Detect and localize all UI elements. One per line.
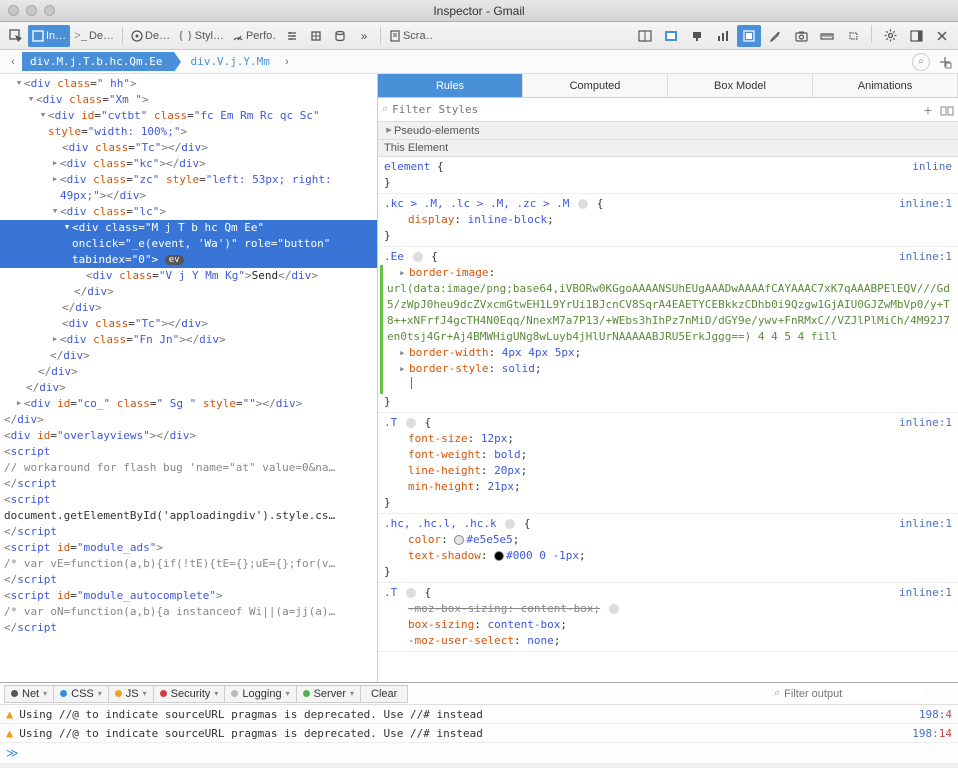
devtools-toolbar: In… >_ De… De… { } Styl… Perfo… » Scra… (0, 22, 958, 50)
console-input[interactable]: ≫ (0, 743, 958, 763)
window-titlebar: Inspector - Gmail (0, 0, 958, 22)
tab-debugger[interactable]: De… (127, 25, 174, 47)
rule-block[interactable]: inline:1 .T { font-size: 12px; font-weig… (378, 413, 958, 514)
filter-js[interactable]: JS▾ (109, 685, 154, 703)
split-console-icon[interactable] (633, 25, 657, 47)
dock-side-icon[interactable] (904, 25, 928, 47)
search-icon[interactable]: ⌕ (912, 53, 930, 71)
add-node-icon[interactable] (936, 53, 954, 71)
console-location[interactable]: 198:14 (912, 727, 952, 740)
breadcrumb-bar: ‹ div.M.j.T.b.hc.Qm.Ee div.V.j.Y.Mm › ⌕ (0, 50, 958, 74)
breadcrumb-item[interactable]: div.V.j.Y.Mm (182, 52, 277, 71)
traffic-lights (8, 5, 55, 16)
warning-icon: ▲ (6, 707, 13, 721)
warning-icon: ▲ (6, 726, 13, 740)
rule-block[interactable]: inline:1 .kc > .M, .lc > .M, .zc > .M { … (378, 194, 958, 247)
tab-styleeditor[interactable]: { } Styl… (174, 25, 228, 47)
tab-network[interactable] (280, 25, 304, 47)
measure-icon[interactable] (841, 25, 865, 47)
tab-scratch-label: Scra… (403, 30, 433, 42)
console-split: Net▾ CSS▾ JS▾ Security▾ Logging▾ Server▾… (0, 682, 958, 763)
filter-selector-icon[interactable] (505, 519, 515, 529)
console-message[interactable]: ▲ Using //@ to indicate sourceURL pragma… (0, 724, 958, 743)
iframe-picker-icon[interactable] (659, 25, 683, 47)
settings-gear-icon[interactable] (878, 25, 902, 47)
window-title: Inspector - Gmail (433, 4, 524, 18)
overflow-menu[interactable]: » (352, 25, 376, 47)
close-devtools-icon[interactable] (930, 25, 954, 47)
computed-tab[interactable]: Computed (523, 74, 668, 97)
tab-inspector-label: In… (46, 30, 66, 42)
console-text: Using //@ to indicate sourceURL pragmas … (19, 708, 483, 721)
breadcrumb-item-selected[interactable]: div.M.j.T.b.hc.Qm.Ee (22, 52, 174, 71)
tab-performance[interactable]: Perfo… (228, 25, 280, 47)
rule-source-link[interactable]: inline (912, 160, 952, 173)
warning-icon[interactable] (609, 604, 619, 614)
tab-console-label: De… (89, 30, 114, 42)
rule-block[interactable]: inline:1 .T { -moz-box-sizing: content-b… (378, 583, 958, 652)
rule-source-link[interactable]: inline:1 (899, 517, 952, 530)
filter-selector-icon[interactable] (406, 418, 416, 428)
console-location[interactable]: 198:4 (919, 708, 952, 721)
breadcrumb-next[interactable]: › (278, 56, 296, 68)
rule-block[interactable]: inline:1 .hc, .hc.l, .hc.k { color: #e5e… (378, 514, 958, 583)
rule-source-link[interactable]: inline:1 (899, 586, 952, 599)
dom-selected-node[interactable]: ▾<div class="M j T b hc Qm Ee" (0, 220, 377, 236)
dom-tree-panel[interactable]: ▾<div class=" hh"> ▾<div class="Xm "> ▾<… (0, 74, 378, 682)
tab-perf-label: Perfo… (246, 30, 276, 42)
ruler-icon[interactable] (815, 25, 839, 47)
event-badge[interactable]: ev (165, 255, 184, 265)
responsive-design-icon[interactable] (737, 25, 761, 47)
search-icon: ⌕ (382, 103, 388, 116)
rule-block[interactable]: inline:1 .Ee { ▸border-image: url(data:i… (378, 247, 958, 413)
eyedropper-icon[interactable] (763, 25, 787, 47)
filter-css[interactable]: CSS▾ (54, 685, 109, 703)
toggle-pseudo-icon[interactable] (940, 102, 954, 118)
paint-icon[interactable] (685, 25, 709, 47)
filter-security[interactable]: Security▾ (154, 685, 226, 703)
rule-source-link[interactable]: inline:1 (899, 250, 952, 263)
console-clear[interactable]: Clear (361, 685, 408, 703)
this-element-section: This Element (378, 140, 958, 157)
boxmodel-tab[interactable]: Box Model (668, 74, 813, 97)
color-swatch[interactable] (454, 535, 464, 545)
tab-style-label: Styl… (195, 30, 224, 42)
rules-tab[interactable]: Rules (378, 74, 523, 97)
add-rule-icon[interactable]: + (924, 102, 932, 118)
rule-source-link[interactable]: inline:1 (899, 197, 952, 210)
pseudo-section[interactable]: ▸Pseudo-elements (378, 122, 958, 140)
animations-tab[interactable]: Animations (813, 74, 958, 97)
tab-console[interactable]: >_ De… (70, 25, 118, 47)
rule-source-link[interactable]: inline:1 (899, 416, 952, 429)
filter-net[interactable]: Net▾ (4, 685, 54, 703)
rule-block[interactable]: inline element { } (378, 157, 958, 194)
console-filter-input[interactable] (784, 688, 924, 700)
tab-scratchpad[interactable]: Scra… (385, 25, 437, 47)
zoom-window[interactable] (44, 5, 55, 16)
pick-element-icon[interactable] (4, 25, 28, 47)
tab-storage[interactable] (328, 25, 352, 47)
tab-memory[interactable] (304, 25, 328, 47)
console-message[interactable]: ▲ Using //@ to indicate sourceURL pragma… (0, 705, 958, 724)
barchart-icon[interactable] (711, 25, 735, 47)
breadcrumb-prev[interactable]: ‹ (4, 56, 22, 68)
filter-selector-icon[interactable] (578, 199, 588, 209)
color-swatch[interactable] (494, 551, 504, 561)
rules-panel: Rules Computed Box Model Animations ⌕ + … (378, 74, 958, 682)
filter-server[interactable]: Server▾ (297, 685, 361, 703)
tab-debugger-label: De… (145, 30, 170, 42)
filter-logging[interactable]: Logging▾ (225, 685, 296, 703)
filter-selector-icon[interactable] (413, 252, 423, 262)
filter-selector-icon[interactable] (406, 588, 416, 598)
filter-styles-input[interactable] (392, 103, 924, 116)
screenshot-icon[interactable] (789, 25, 813, 47)
minimize-window[interactable] (26, 5, 37, 16)
console-text: Using //@ to indicate sourceURL pragmas … (19, 727, 483, 740)
close-window[interactable] (8, 5, 19, 16)
tab-inspector[interactable]: In… (28, 25, 70, 47)
